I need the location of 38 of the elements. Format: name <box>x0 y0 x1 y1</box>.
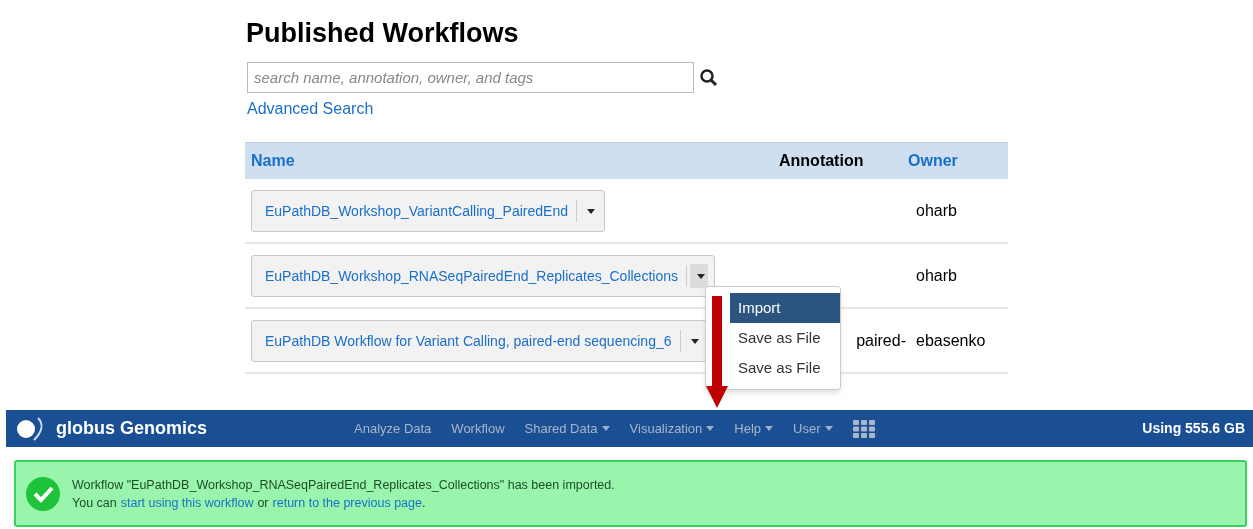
search-field[interactable]: search name, annotation, owner, and tags <box>247 62 694 93</box>
checkmark-icon <box>26 476 60 511</box>
search-icon[interactable] <box>700 68 718 87</box>
dropdown-toggle[interactable] <box>690 263 708 288</box>
caret-icon <box>706 426 715 431</box>
annotation-cell-text: paired- <box>856 330 906 351</box>
apps-grid-icon[interactable] <box>852 419 875 438</box>
nav-menu-item[interactable]: Help <box>734 418 774 439</box>
menu-item[interactable]: Import <box>730 293 840 323</box>
brand-name[interactable]: globus Genomics <box>56 415 208 442</box>
menu-item[interactable]: Save as File <box>730 323 840 353</box>
column-header[interactable]: Owner <box>908 149 958 173</box>
caret-icon <box>765 426 774 431</box>
previous-page-link[interactable]: return to the previous page <box>272 493 422 512</box>
owner-cell-text: oharb <box>916 265 957 286</box>
page-title: Published Workflows <box>246 17 520 50</box>
column-header[interactable]: Name <box>251 149 779 173</box>
storage-usage: Using 555.6 GB <box>1142 419 1245 438</box>
menu-item[interactable]: Save as File <box>730 353 840 383</box>
caret-icon <box>587 208 595 214</box>
nav-menu-item[interactable]: Shared Data <box>524 418 610 439</box>
caret-icon <box>601 426 610 431</box>
alert-message: Workflow "EuPathDB_Workshop_RNASeqPairedEnd_Replicates_Collections" has been imported. <box>72 476 615 494</box>
nav-menu-item[interactable]: Analyze Data <box>354 418 432 439</box>
column-header: Annotation <box>779 151 865 171</box>
alert-text: You can <box>72 494 117 512</box>
start-workflow-link[interactable]: start using this workflow <box>120 493 254 512</box>
caret-icon <box>697 273 705 279</box>
owner-cell-text: oharb <box>916 200 957 221</box>
nav-menu-item[interactable]: Visualization <box>629 418 715 439</box>
advanced-search-link[interactable]: Advanced Search <box>247 97 374 121</box>
alert-text: . <box>421 494 426 512</box>
caret-icon <box>690 338 699 344</box>
nav-menu-item[interactable]: User <box>793 418 833 439</box>
alert-text: or <box>257 494 269 512</box>
owner-cell-text: ebasenko <box>916 330 986 351</box>
caret-icon <box>824 426 833 431</box>
nav-menu-item[interactable]: Workflow <box>451 418 505 439</box>
